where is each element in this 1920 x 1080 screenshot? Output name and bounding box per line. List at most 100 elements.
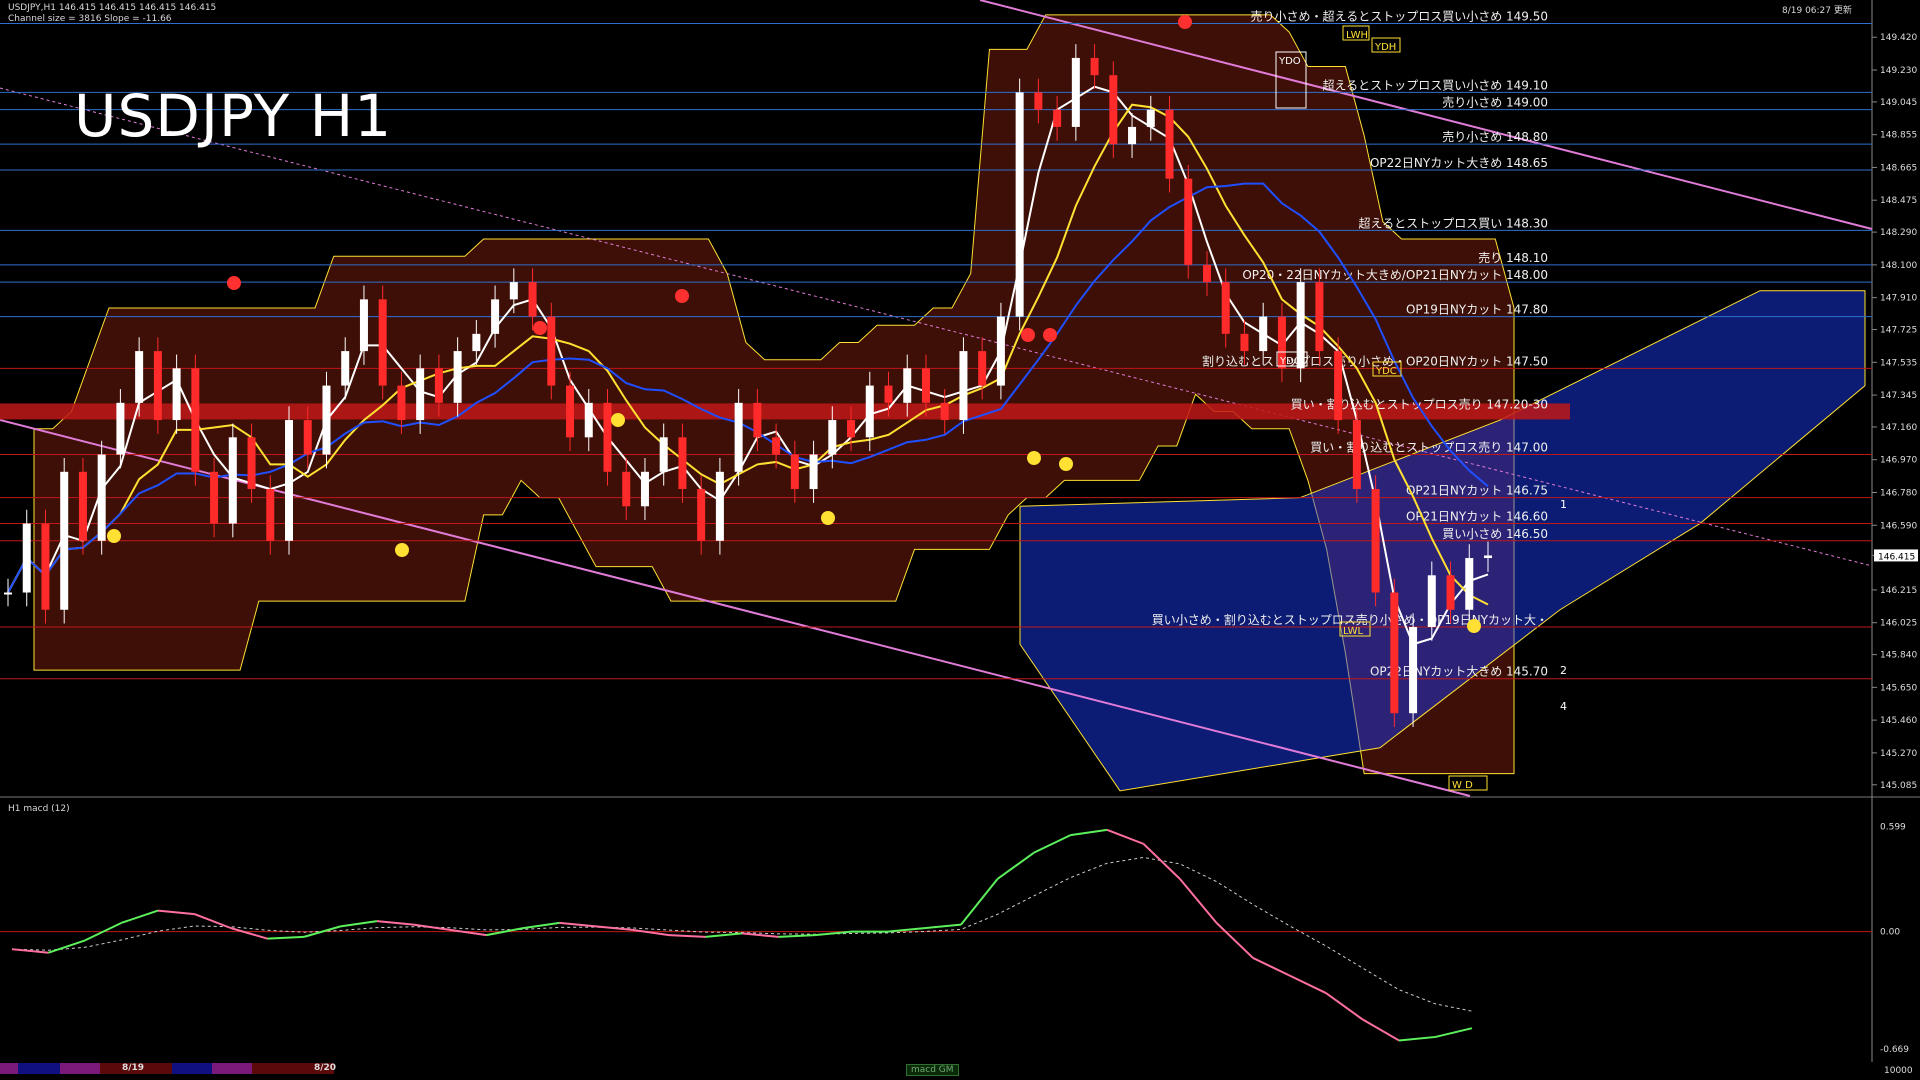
- candle-body: [1334, 351, 1343, 421]
- candle-body: [1165, 109, 1174, 179]
- fractal-marker-icon: [675, 289, 689, 303]
- candle-body: [1465, 558, 1474, 610]
- level-label: OP21日NYカット 146.60: [1406, 510, 1548, 524]
- price-tick-label: 146.215: [1880, 586, 1917, 596]
- level-label: 割り込むとストップロス売り小さめ・OP20日NYカット 147.50: [1202, 353, 1548, 368]
- candle: [1184, 164, 1193, 279]
- fractal-marker-icon: [1059, 457, 1073, 471]
- candle-body: [509, 282, 518, 300]
- candle-body: [397, 385, 406, 421]
- level-label: OP20・22日NYカット大きめ/OP21日NYカット 148.00: [1242, 268, 1548, 282]
- candle-body: [359, 299, 368, 352]
- marker-wd: W D: [1452, 780, 1473, 791]
- candle-body: [1484, 555, 1492, 559]
- wave-number: 4: [1560, 700, 1567, 713]
- candle-body: [528, 282, 537, 317]
- candle-body: [847, 420, 856, 438]
- candle-body: [341, 351, 350, 386]
- marker-ydc2: YDC: [1375, 366, 1397, 377]
- candle: [715, 458, 724, 555]
- candle-body: [210, 471, 219, 524]
- candle: [78, 458, 87, 555]
- candle-body: [734, 402, 743, 472]
- price-tick-label: 147.910: [1880, 294, 1917, 304]
- update-timestamp: 8/19 06:27 更新: [1782, 6, 1852, 16]
- candle-body: [1109, 75, 1118, 145]
- candle-body: [303, 420, 312, 455]
- candle-body: [1184, 178, 1193, 265]
- level-label: OP19日NYカット 147.80: [1406, 303, 1548, 317]
- level-label: OP21日NYカット 146.75: [1406, 484, 1548, 498]
- candle-body: [1146, 109, 1155, 127]
- price-tick-label: 148.475: [1880, 196, 1917, 206]
- candle: [547, 302, 556, 400]
- price-tick-label: 147.345: [1880, 391, 1917, 401]
- price-tick-label: 145.270: [1880, 749, 1917, 759]
- candle-body: [697, 489, 706, 541]
- candle-body: [1071, 57, 1080, 127]
- candle-body: [865, 385, 874, 438]
- session-segment: [172, 1063, 212, 1074]
- candle-body: [491, 299, 500, 334]
- fractal-marker-icon: [395, 543, 409, 557]
- candle-body: [584, 402, 593, 438]
- fractal-marker-icon: [1467, 619, 1481, 633]
- session-segment: [0, 1063, 18, 1074]
- symbol-header: USDJPY,H1 146.415 146.415 146.415 146.41…: [8, 3, 217, 13]
- candle-body: [1371, 489, 1380, 593]
- candle-body: [959, 351, 968, 421]
- price-tick-label: 148.290: [1880, 228, 1917, 238]
- candle: [378, 285, 387, 400]
- macd-tick-label: 0.00: [1880, 928, 1900, 938]
- candle-body: [41, 523, 50, 610]
- marker-ydc: YDC: [1279, 356, 1301, 367]
- candle: [191, 354, 200, 486]
- candle-body: [1390, 592, 1399, 714]
- fractal-marker-icon: [611, 413, 625, 427]
- candle-body: [659, 437, 668, 472]
- candle-body: [1446, 575, 1455, 610]
- main-chart[interactable]: 売り小さめ・超えるとストップロス買い小さめ 149.50 超えるとストップロス買い…: [0, 0, 1920, 1080]
- candle-body: [453, 351, 462, 403]
- macd-label: H1 macd (12): [8, 804, 70, 814]
- level-label: 超えるとストップロス買い小さめ 149.10: [1323, 77, 1548, 92]
- candle: [1015, 78, 1024, 331]
- candle-body: [1427, 575, 1436, 628]
- candle: [1352, 406, 1361, 503]
- candle-body: [790, 454, 799, 490]
- candle-body: [715, 471, 724, 541]
- candle: [1165, 95, 1174, 193]
- candle-body: [1240, 333, 1249, 352]
- candle-body: [1221, 282, 1230, 334]
- level-label: 超えるとストップロス買い 148.30: [1359, 215, 1548, 230]
- marker-ydh: YDH: [1374, 42, 1396, 53]
- date-label-2: 8/20: [314, 1063, 337, 1073]
- candle-body: [153, 351, 162, 421]
- candle-body: [603, 402, 612, 472]
- price-tick-label: 148.665: [1880, 163, 1917, 173]
- candle: [228, 423, 237, 538]
- candle: [153, 337, 162, 434]
- indicator-tab[interactable]: macd GM: [906, 1064, 959, 1076]
- candle-body: [135, 351, 144, 403]
- session-segment: [18, 1063, 60, 1074]
- marker-ydo: YDO: [1278, 56, 1301, 67]
- fractal-marker-icon: [1178, 15, 1192, 29]
- candle: [996, 302, 1005, 400]
- candle-body: [172, 368, 181, 421]
- price-tick-label: 146.590: [1880, 521, 1917, 531]
- candle-body: [378, 299, 387, 386]
- marker-lwl: LWL: [1343, 626, 1364, 637]
- price-tick-label: 147.725: [1880, 326, 1917, 336]
- candle-body: [884, 385, 893, 403]
- candle-body: [97, 454, 106, 541]
- candle-body: [828, 420, 837, 455]
- candle-body: [22, 523, 31, 593]
- candle: [60, 458, 69, 624]
- level-label: OP22日NYカット大きめ 148.65: [1370, 156, 1548, 170]
- candle-body: [921, 368, 930, 403]
- fractal-marker-icon: [1043, 328, 1057, 342]
- level-label: 売り小さめ 149.00: [1442, 95, 1548, 110]
- fractal-marker-icon: [1021, 328, 1035, 342]
- price-tick-label: 148.100: [1880, 261, 1917, 271]
